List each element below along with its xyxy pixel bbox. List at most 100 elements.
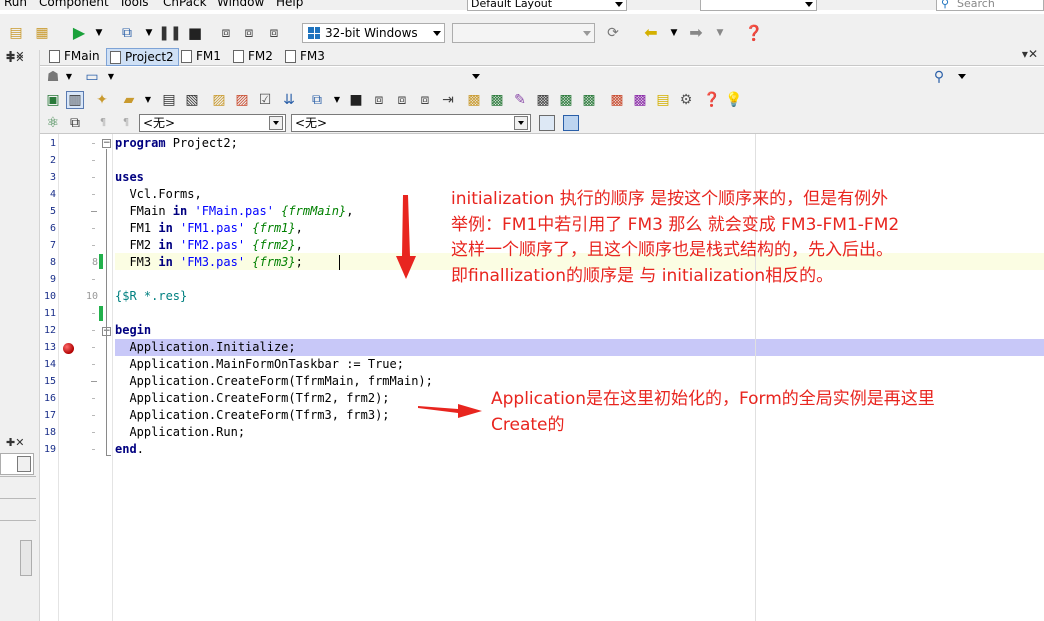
- scrollbar-thumb[interactable]: [20, 540, 32, 576]
- run-icon[interactable]: ▶: [70, 24, 88, 42]
- run-without-debug-icon[interactable]: ⧉: [118, 24, 136, 42]
- platform-combo[interactable]: 32-bit Windows: [302, 23, 445, 43]
- method-combo[interactable]: [488, 69, 968, 85]
- class-combo[interactable]: [122, 69, 482, 85]
- menu-component[interactable]: Component: [39, 0, 109, 9]
- form-icon[interactable]: ▣: [44, 91, 62, 109]
- tool-icon[interactable]: ▤: [654, 91, 672, 109]
- tab-fm3[interactable]: FM3: [282, 48, 329, 66]
- gear-icon[interactable]: ⚙: [677, 91, 695, 109]
- printer-icon[interactable]: ▭: [83, 68, 101, 86]
- forward-icon[interactable]: ➡: [687, 24, 705, 42]
- help-icon[interactable]: ❓: [703, 91, 721, 109]
- tab-project2[interactable]: Project2: [106, 48, 179, 66]
- new-item-icon[interactable]: ✦: [93, 91, 111, 109]
- annotation-line: Create的: [491, 414, 565, 435]
- gutter-dot: [92, 279, 95, 280]
- left-panel-combo[interactable]: [0, 453, 34, 475]
- search-input[interactable]: ⚲ Search: [936, 0, 1044, 11]
- menu-help[interactable]: Help: [276, 0, 303, 9]
- lightbulb-icon[interactable]: 💡: [725, 91, 743, 109]
- chevron-down-icon[interactable]: ▼: [90, 24, 108, 42]
- menu-tools[interactable]: Tools: [119, 0, 149, 9]
- open-project-icon[interactable]: ▦: [33, 24, 51, 42]
- tool-icon[interactable]: ▩: [631, 91, 649, 109]
- configuration-combo[interactable]: [452, 23, 595, 43]
- run-to-cursor-icon[interactable]: ⧈: [265, 24, 283, 42]
- divider: [0, 520, 36, 521]
- search-icon[interactable]: ⚲: [930, 68, 948, 86]
- left-dock-panel: ✚✕ ✚✕: [0, 50, 40, 621]
- tool-icon[interactable]: ▩: [465, 91, 483, 109]
- chevron-down-icon[interactable]: ▼: [140, 24, 158, 42]
- stop-icon[interactable]: ■: [347, 91, 365, 109]
- chevron-down-icon: [514, 116, 528, 130]
- line-number: 19: [43, 444, 56, 455]
- pin-icon[interactable]: ✚✕: [6, 436, 24, 449]
- remove-file-icon[interactable]: ▨: [233, 91, 251, 109]
- step-out-icon[interactable]: ⇥: [439, 91, 457, 109]
- new-project-icon[interactable]: ▤: [7, 24, 25, 42]
- layout-combo[interactable]: Default Layout: [467, 0, 627, 11]
- list-view-icon[interactable]: [539, 115, 555, 131]
- save-icon[interactable]: ▤: [160, 91, 178, 109]
- chevron-down-icon[interactable]: ▼: [328, 91, 346, 109]
- menu-run[interactable]: Run: [4, 0, 27, 9]
- symbol-combo[interactable]: <无>: [291, 114, 531, 132]
- back-icon[interactable]: ⬅: [642, 24, 660, 42]
- line-number: 7: [49, 240, 56, 251]
- help-icon[interactable]: ❓: [745, 24, 764, 42]
- scope-combo[interactable]: <无>: [139, 114, 286, 132]
- code-line: uses: [115, 170, 144, 184]
- window-icon[interactable]: ⧉: [66, 114, 84, 132]
- save-all-icon[interactable]: ▧: [183, 91, 201, 109]
- step-icon[interactable]: ⧈: [370, 91, 388, 109]
- tab-list-icon[interactable]: ▾✕: [1022, 47, 1038, 61]
- step-icon[interactable]: ⧈: [416, 91, 434, 109]
- chevron-down-icon[interactable]: ▼: [711, 24, 729, 42]
- menu-cnpack[interactable]: CnPack: [163, 0, 207, 9]
- open-folder-icon[interactable]: ▰: [120, 91, 138, 109]
- chevron-down-icon[interactable]: ▼: [102, 68, 120, 86]
- add-file-icon[interactable]: ▨: [210, 91, 228, 109]
- component-icon[interactable]: ⚛: [44, 114, 62, 132]
- breakpoint-icon[interactable]: [63, 343, 74, 354]
- run-icon-2[interactable]: ⧉: [308, 91, 326, 109]
- trace-into-icon[interactable]: ⧈: [217, 24, 235, 42]
- chevron-down-icon: [615, 2, 623, 7]
- step-icon[interactable]: ⧈: [393, 91, 411, 109]
- fold-minus-icon[interactable]: −: [102, 139, 111, 148]
- chevron-down-icon[interactable]: ▼: [139, 91, 157, 109]
- editor-gutter[interactable]: 12345678910111213141516171819 8 10 − −: [40, 134, 114, 621]
- refresh-icon[interactable]: ⟳: [604, 24, 622, 42]
- tool-icon[interactable]: ▩: [534, 91, 552, 109]
- format-icon[interactable]: ¶: [94, 114, 112, 132]
- tab-fm1[interactable]: FM1: [178, 48, 225, 66]
- editor-toolbar-4: ⚛ ⧉ ¶ ¶ <无> <无>: [40, 112, 1044, 134]
- tab-fm2[interactable]: FM2: [230, 48, 277, 66]
- tool-icon[interactable]: ▩: [580, 91, 598, 109]
- stop-icon[interactable]: ■: [186, 24, 204, 42]
- tool-icon[interactable]: ▩: [488, 91, 506, 109]
- tool-icon[interactable]: ✎: [511, 91, 529, 109]
- chevron-down-icon: [17, 456, 31, 472]
- modified-line-marker: [99, 306, 103, 321]
- chevron-down-icon[interactable]: ▼: [60, 68, 78, 86]
- pause-icon[interactable]: ❚❚: [158, 24, 181, 42]
- download-icon[interactable]: ⇊: [280, 91, 298, 109]
- step-over-icon[interactable]: ⧈: [240, 24, 258, 42]
- menu-window[interactable]: Window: [217, 0, 264, 9]
- fold-end: [106, 455, 111, 456]
- tool-icon[interactable]: ▩: [608, 91, 626, 109]
- chevron-down-icon: [472, 74, 480, 79]
- tool-icon[interactable]: ▩: [557, 91, 575, 109]
- pin-icon[interactable]: ✚✕: [6, 49, 24, 62]
- tab-fmain[interactable]: FMain: [46, 48, 104, 66]
- toggle-form-unit-icon[interactable]: ▥: [66, 91, 84, 109]
- chevron-down-icon[interactable]: ▼: [665, 24, 683, 42]
- fold-line: [106, 149, 107, 455]
- options-icon[interactable]: ☑: [256, 91, 274, 109]
- format-icon[interactable]: ¶: [117, 114, 135, 132]
- list-view-active-icon[interactable]: [563, 115, 579, 131]
- desktop-combo[interactable]: [700, 0, 817, 11]
